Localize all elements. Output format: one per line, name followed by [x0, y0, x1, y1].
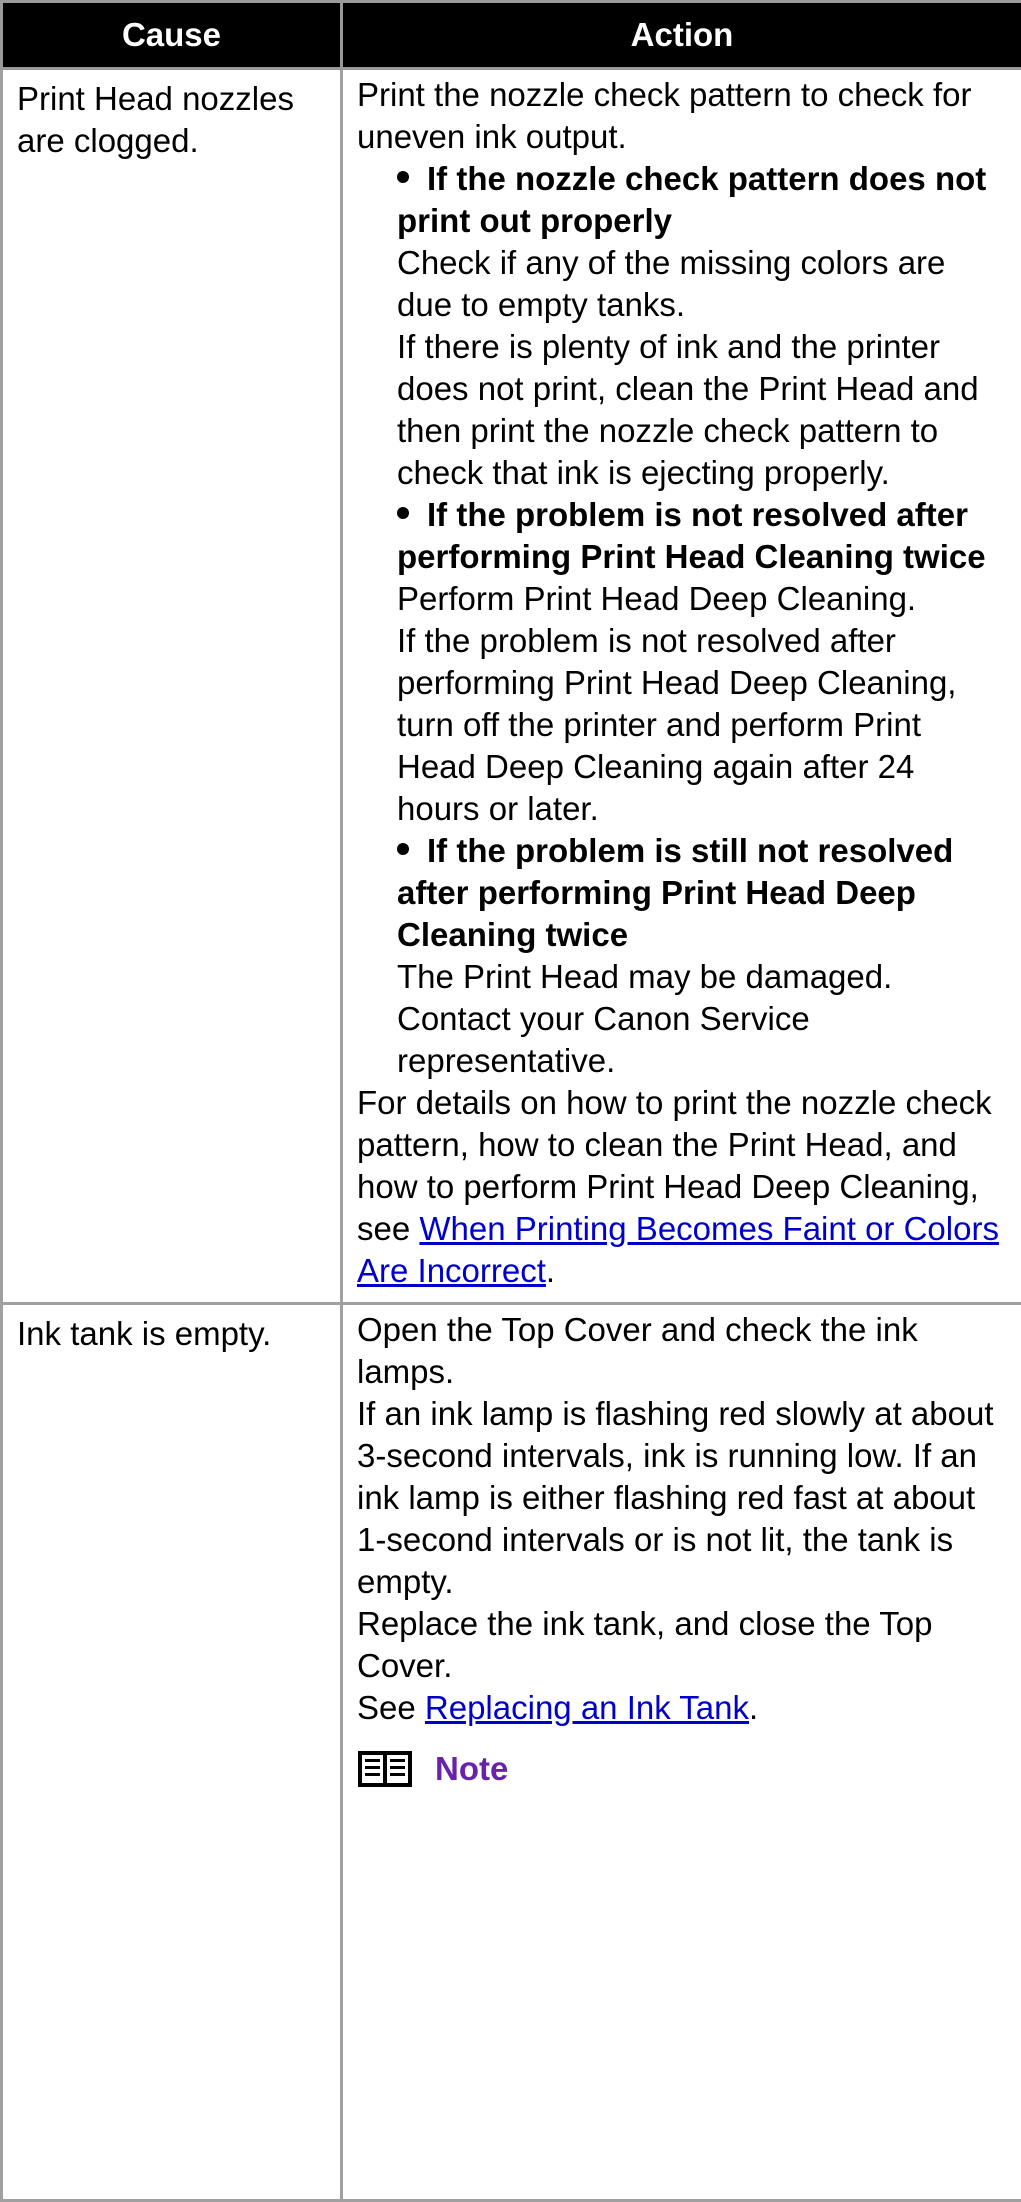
- table-row: Print Head nozzles are clogged. Print th…: [2, 69, 1021, 1304]
- action-text: If an ink lamp is flashing red slowly at…: [357, 1393, 1003, 1603]
- faint-colors-link[interactable]: When Printing Becomes Faint or Colors Ar…: [357, 1210, 999, 1289]
- action-item-text: If the problem is not resolved after per…: [397, 620, 1003, 830]
- action-item-text: Perform Print Head Deep Cleaning.: [397, 578, 1003, 620]
- header-cause: Cause: [2, 2, 342, 69]
- action-item-title: If the problem is still not resolved aft…: [397, 830, 1003, 956]
- action-item: If the problem is not resolved after per…: [357, 494, 1003, 830]
- see-prefix: See: [357, 1689, 425, 1726]
- action-item-title-text: If the problem is still not resolved aft…: [397, 832, 953, 953]
- action-item: If the problem is still not resolved aft…: [357, 830, 1003, 1082]
- table-row: Ink tank is empty. Open the Top Cover an…: [2, 1304, 1021, 2201]
- see-text: See Replacing an Ink Tank.: [357, 1687, 1003, 1729]
- action-cell: Open the Top Cover and check the ink lam…: [342, 1304, 1021, 2201]
- note-label: Note: [435, 1748, 508, 1790]
- details-suffix: .: [546, 1252, 555, 1289]
- action-item-title: If the nozzle check pattern does not pri…: [397, 158, 1003, 242]
- book-icon: [357, 1749, 413, 1789]
- bullet-icon: [397, 507, 409, 519]
- action-intro: Print the nozzle check pattern to check …: [357, 74, 1003, 158]
- troubleshooting-table: Cause Action Print Head nozzles are clog…: [0, 0, 1021, 2202]
- details-text: For details on how to print the nozzle c…: [357, 1082, 1003, 1292]
- table-header-row: Cause Action: [2, 2, 1021, 69]
- see-suffix: .: [749, 1689, 758, 1726]
- action-item-text: The Print Head may be damaged. Contact y…: [397, 956, 1003, 1082]
- action-text: Replace the ink tank, and close the Top …: [357, 1603, 1003, 1687]
- header-action: Action: [342, 2, 1021, 69]
- bullet-icon: [397, 171, 409, 183]
- cause-cell: Print Head nozzles are clogged.: [2, 69, 342, 1304]
- action-item-title: If the problem is not resolved after per…: [397, 494, 1003, 578]
- action-item-text: Check if any of the missing colors are d…: [397, 242, 1003, 326]
- bullet-icon: [397, 843, 409, 855]
- action-item-title-text: If the nozzle check pattern does not pri…: [397, 160, 986, 239]
- action-cell: Print the nozzle check pattern to check …: [342, 69, 1021, 1304]
- action-text: Open the Top Cover and check the ink lam…: [357, 1309, 1003, 1393]
- action-item-text: If there is plenty of ink and the printe…: [397, 326, 1003, 494]
- action-item-title-text: If the problem is not resolved after per…: [397, 496, 986, 575]
- note-heading: Note: [357, 1737, 1003, 1801]
- action-item: If the nozzle check pattern does not pri…: [357, 158, 1003, 494]
- cause-cell: Ink tank is empty.: [2, 1304, 342, 2201]
- replacing-ink-tank-link[interactable]: Replacing an Ink Tank: [425, 1689, 749, 1726]
